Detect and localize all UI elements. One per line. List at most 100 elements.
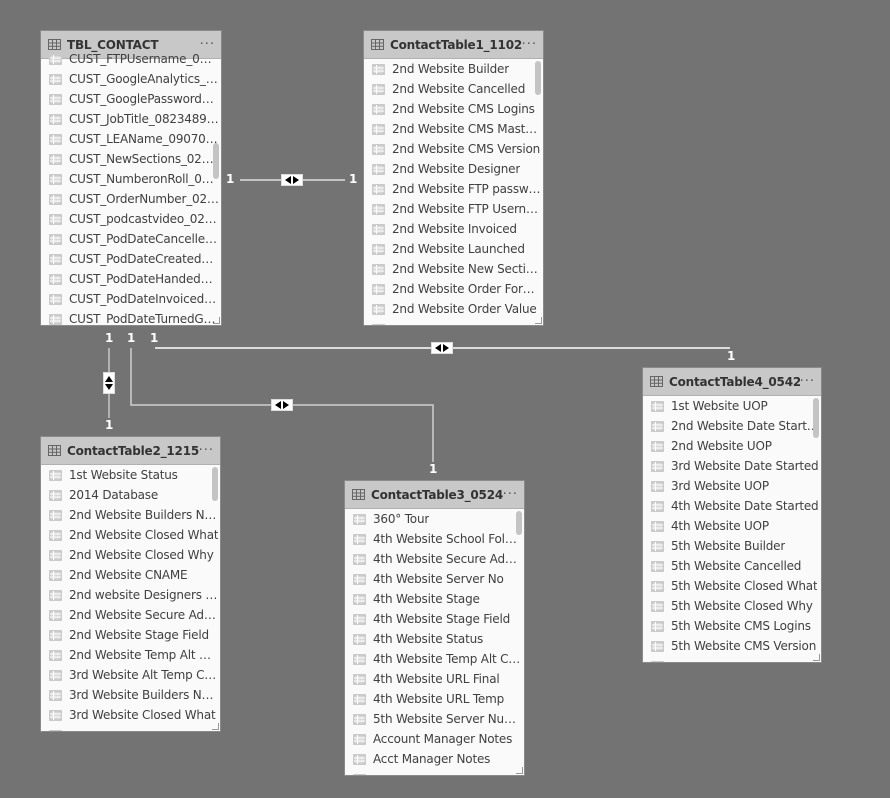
field-item[interactable]: 2nd Website CMS Master... [364, 119, 543, 139]
field-item[interactable]: CUST_GoogleAnalytics_1... [41, 69, 221, 89]
field-item[interactable]: 4th Website Stage [345, 589, 524, 609]
field-item[interactable]: 4th Website URL Temp [345, 689, 524, 709]
field-item[interactable]: CUST_PodDateCreated_0... [41, 249, 221, 269]
field-item[interactable]: 2nd Website Secure Addr... [41, 605, 220, 625]
field-item[interactable]: 5th Website CMS Version [643, 636, 821, 656]
field-item[interactable]: 2nd Website Designer [364, 159, 543, 179]
ellipsis-icon[interactable]: ··· [199, 444, 214, 457]
field-item[interactable]: 2nd Website CMS Version [364, 139, 543, 159]
resize-handle[interactable] [516, 767, 523, 774]
field-item[interactable]: 2nd Website FTP password [364, 179, 543, 199]
field-item[interactable]: 2nd Website Closed What [41, 525, 220, 545]
field-item[interactable]: 4th Website Status [345, 629, 524, 649]
field-item[interactable]: CUST_FTPUsername_035... [41, 49, 221, 69]
field-item[interactable]: 2nd Website Builders Na... [41, 505, 220, 525]
field-item[interactable]: 5th Website Server Numb... [345, 709, 524, 729]
field-item[interactable]: CUST_PodDateTurnedGre... [41, 309, 221, 325]
resize-handle[interactable] [212, 723, 219, 730]
field-item[interactable]: 4th Website School Folder [345, 529, 524, 549]
field-item[interactable]: 2nd Website CNAME [41, 565, 220, 585]
field-item[interactable]: 4th Website URL Final [345, 669, 524, 689]
table-card-tbl-contact[interactable]: TBL_CONTACT ··· CUST_FTPUsername_035... C… [40, 30, 222, 326]
field-item[interactable]: 3rd Website Builders Name [41, 685, 220, 705]
field-item[interactable]: CUST_GooglePassword_1... [41, 89, 221, 109]
resize-handle[interactable] [535, 317, 542, 324]
field-item[interactable]: Acct Manager Notes [345, 749, 524, 769]
field-label: 5th Website CMS Logins [671, 619, 811, 633]
field-item[interactable]: 2nd Website Date Started [643, 416, 821, 436]
table-card-contacttable2[interactable]: ContactTable2_121505 ··· 1st Website Sta… [40, 436, 221, 732]
field-item[interactable]: 4th Website UOP [643, 516, 821, 536]
ellipsis-icon[interactable]: ··· [503, 488, 518, 501]
table-header[interactable]: ContactTable2_121505 ··· [41, 437, 220, 465]
table-header[interactable]: ContactTable3_052413 ··· [345, 481, 524, 509]
field-item[interactable]: 2nd Website Stage Field [41, 625, 220, 645]
table-header[interactable]: ContactTable4_054214 ··· [643, 368, 821, 396]
field-item[interactable]: CUST_PodDateCancelled_... [41, 229, 221, 249]
table-card-contacttable4[interactable]: ContactTable4_054214 ··· 1st Website UOP… [642, 367, 822, 663]
field-item[interactable]: CUST_NumberonRoll_082... [41, 169, 221, 189]
scrollbar[interactable] [212, 467, 218, 501]
resize-handle[interactable] [213, 317, 220, 324]
field-item[interactable]: 5th Website Builder [643, 536, 821, 556]
field-item[interactable]: 2nd Website Temp Alt CN... [41, 645, 220, 665]
field-item[interactable]: 5th Website Cancelled [643, 556, 821, 576]
field-item[interactable]: CUST_NewSections_0250... [41, 149, 221, 169]
field-item[interactable]: Account Manager Notes [345, 729, 524, 749]
field-item[interactable]: 4th Website Date Started [643, 496, 821, 516]
bidirectional-arrow-icon[interactable] [281, 174, 303, 186]
field-label: 2nd Website Stage Field [69, 628, 209, 642]
field-item[interactable]: 3rd Website UOP [643, 476, 821, 496]
field-item[interactable]: 4th Website Secure Addr... [345, 549, 524, 569]
resize-handle[interactable] [813, 654, 820, 661]
scrollbar[interactable] [516, 511, 522, 535]
field-item[interactable]: 2nd Website Cancelled [364, 79, 543, 99]
scrollbar[interactable] [535, 61, 541, 95]
field-item[interactable]: 2nd Website CMS Logins [364, 99, 543, 119]
field-item[interactable]: 2nd Website New Sections [364, 259, 543, 279]
field-item[interactable]: 3rd Website Date Started [643, 456, 821, 476]
field-item[interactable]: CUST_PodDateHandedOv... [41, 269, 221, 289]
field-item[interactable]: 360° Tour [345, 509, 524, 529]
bidirectional-arrow-icon[interactable] [271, 399, 293, 411]
table-card-contacttable1[interactable]: ContactTable1_110237 ··· 2nd Website Bui… [363, 30, 544, 326]
field-item[interactable]: 2nd Website UOP [643, 436, 821, 456]
scrollbar[interactable] [213, 143, 219, 179]
ellipsis-icon[interactable]: ··· [522, 38, 537, 51]
field-item[interactable]: 2nd Website Invoiced [364, 219, 543, 239]
field-item[interactable]: 2nd Website Launched [364, 239, 543, 259]
field-item[interactable]: CUST_JobTitle_082348937 [41, 109, 221, 129]
field-item[interactable]: 1st Website UOP [643, 396, 821, 416]
scrollbar[interactable] [813, 398, 819, 438]
column-icon [49, 529, 62, 541]
field-item[interactable]: 5th Website CMS Logins [643, 616, 821, 636]
field-item[interactable]: 3rd Website Closed What [41, 705, 220, 725]
field-item[interactable]: 2nd Website FTP Userna... [364, 199, 543, 219]
bidirectional-arrow-icon[interactable] [431, 342, 453, 354]
field-label: 4th Website Server No [373, 572, 504, 586]
field-item[interactable]: 2nd website Designers N... [41, 585, 220, 605]
field-item[interactable]: CUST_podcastvideo_0209... [41, 209, 221, 229]
table-card-contacttable3[interactable]: ContactTable3_052413 ··· 360° Tour 4th We… [344, 480, 525, 776]
field-item[interactable]: CUST_OrderNumber_024... [41, 189, 221, 209]
field-item[interactable]: 2nd Website Closed Why [41, 545, 220, 565]
field-item[interactable]: 4th Website Stage Field [345, 609, 524, 629]
field-item[interactable]: 5th Website Closed Why [643, 596, 821, 616]
column-icon [651, 500, 664, 512]
field-item[interactable]: 2nd Website Order Form ... [364, 279, 543, 299]
field-item[interactable]: 2nd Website Builder [364, 59, 543, 79]
column-icon [372, 263, 385, 275]
field-item[interactable]: 3rd Website Alt Temp CN... [41, 665, 220, 685]
field-item[interactable]: 2014 Database [41, 485, 220, 505]
field-label: Account Manager Notes [373, 732, 513, 746]
ellipsis-icon[interactable]: ··· [800, 375, 815, 388]
field-item[interactable]: CUST_PodDateInvoiced_0... [41, 289, 221, 309]
field-item[interactable]: 5th Website Closed What [643, 576, 821, 596]
field-item[interactable]: 1st Website Status [41, 465, 220, 485]
field-item[interactable]: 2nd Website Order Value [364, 299, 543, 319]
field-item[interactable]: 4th Website Server No [345, 569, 524, 589]
field-item[interactable]: 4th Website Temp Alt CN... [345, 649, 524, 669]
field-item[interactable]: CUST_LEAName_0907061... [41, 129, 221, 149]
bidirectional-arrow-icon[interactable] [103, 372, 115, 394]
table-header[interactable]: ContactTable1_110237 ··· [364, 31, 543, 59]
